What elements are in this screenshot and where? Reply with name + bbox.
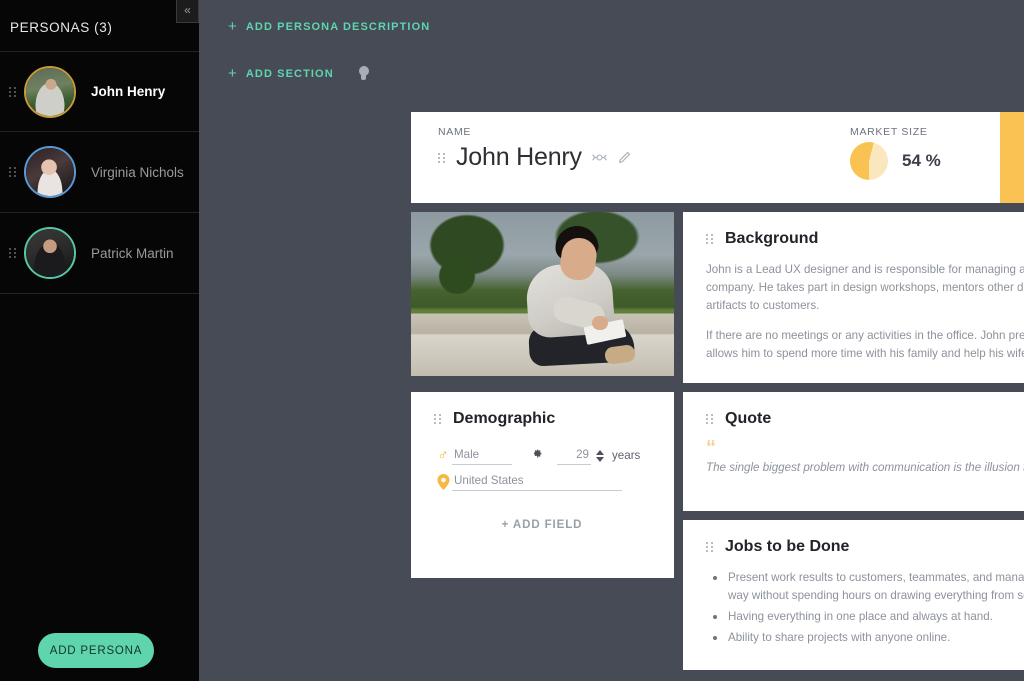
background-paragraph: John is a Lead UX designer and is respon… [706,263,1024,312]
drag-handle-icon[interactable] [438,152,445,163]
demographic-card: Demographic ♂ Male 29 years United State… [411,392,674,578]
persona-editor-app: PERSONAS (3) John Henry Virginia Nichols… [0,0,1024,681]
spinner-arrows-icon[interactable] [596,449,604,462]
persona-list: John Henry Virginia Nichols Patrick Mart… [0,51,199,294]
market-size-percent: 54 % [902,151,941,170]
plus-icon: + [228,65,238,82]
avatar[interactable] [24,227,76,279]
name-value-row: John Henry [438,143,850,172]
quote-text[interactable]: The single biggest problem with communic… [706,461,1024,474]
main-content: + ADD PERSONA DESCRIPTION + ADD SECTION … [199,0,1024,681]
list-item: Having everything in one place and alway… [706,608,1024,626]
jobs-card-header: Jobs to be Done [706,538,1024,556]
sidebar-title: PERSONAS (3) [10,20,113,35]
market-size-value-row: 54 % [850,142,941,180]
list-item: Ability to share projects with anyone on… [706,629,1024,647]
quote-card-title: Quote [725,410,772,427]
right-column: Quote “ The single biggest problem with … [683,392,1024,670]
avatar[interactable] [24,65,76,118]
pencil-icon[interactable] [617,150,632,165]
jobs-list: Present work results to customers, teamm… [706,569,1024,647]
persona-cards-grid: NAME John Henry MARKET SIZE 54 % Backgro… [411,112,1024,670]
age-input[interactable] [557,446,591,465]
drag-handle-icon[interactable] [706,542,713,552]
background-card-title: Background [725,230,819,247]
name-label: NAME [438,126,472,138]
background-paragraph: If there are no meetings or any activiti… [706,329,1024,360]
sidebar-item-virginia-nichols[interactable]: Virginia Nichols [0,132,199,213]
add-persona-description-button[interactable]: + ADD PERSONA DESCRIPTION [228,18,430,35]
close-quote-icon: ” [706,488,1024,498]
add-persona-description-label: ADD PERSONA DESCRIPTION [245,20,431,33]
persona-name: John Henry [91,84,166,99]
sidebar-item-patrick-martin[interactable]: Patrick Martin [0,213,199,294]
jobs-to-be-done-card: Jobs to be Done Present work results to … [683,520,1024,670]
cards-row-demographic-quote-jobs: Demographic ♂ Male 29 years United State… [411,392,1024,670]
persona-name-value[interactable]: John Henry [456,143,582,172]
age-unit-label: years [612,449,641,462]
map-pin-icon [434,473,452,490]
add-section-button[interactable]: + ADD SECTION [228,65,334,82]
person-illustration [509,223,639,376]
collapse-sidebar-icon[interactable]: « [176,0,199,23]
background-card: Background John is a Lead UX designer an… [683,212,1024,383]
location-row [434,472,650,491]
drag-handle-icon[interactable] [6,248,20,258]
jobs-card-title: Jobs to be Done [725,538,850,555]
sidebar-item-john-henry[interactable]: John Henry [0,51,199,132]
open-quote-icon: “ [706,437,716,459]
list-item: Present work results to customers, teamm… [706,569,1024,605]
location-input[interactable] [452,472,622,491]
male-symbol-icon: ♂ [437,447,449,464]
gender-input[interactable] [452,446,512,465]
demographic-card-header: Demographic [434,410,650,428]
persona-name: Virginia Nichols [91,164,184,180]
add-persona-button[interactable]: ADD PERSONA [38,633,154,668]
add-field-button[interactable]: + ADD FIELD [434,519,650,531]
drag-handle-icon[interactable] [6,86,20,97]
sidebar: PERSONAS (3) John Henry Virginia Nichols… [0,0,199,681]
background-card-header: Background [706,230,1024,248]
type-panel[interactable]: TYPE Guardian [1000,112,1024,203]
quote-card-header: Quote [706,410,1024,428]
drag-handle-icon[interactable] [434,414,441,424]
drag-handle-icon[interactable] [706,414,713,424]
gender-age-row: ♂ yea [434,446,650,465]
persona-photo-card[interactable] [411,212,674,376]
market-size-label: MARKET SIZE [850,126,928,138]
name-field-group: NAME John Henry [411,112,850,203]
age-stepper[interactable] [557,446,604,465]
cards-row-photo-background: Background John is a Lead UX designer an… [411,212,1024,383]
drag-handle-icon[interactable] [706,234,713,244]
quote-card: Quote “ The single biggest problem with … [683,392,1024,511]
plus-icon: + [228,18,238,35]
avatar[interactable] [24,146,76,198]
market-size-pie-chart[interactable] [850,142,888,180]
drag-handle-icon[interactable] [6,167,20,177]
lightbulb-icon[interactable] [358,65,370,82]
top-actions: + ADD PERSONA DESCRIPTION + ADD SECTION [211,0,1016,82]
name-card: NAME John Henry MARKET SIZE 54 % [411,112,1024,203]
add-section-label: ADD SECTION [245,67,334,80]
gear-icon[interactable] [530,447,543,465]
demographic-fields: ♂ yea [434,446,650,491]
shuffle-icon[interactable] [592,150,607,165]
bush-shape [435,254,479,294]
market-size-group: MARKET SIZE 54 % [850,112,1000,203]
demographic-card-title: Demographic [453,410,556,427]
persona-name: Patrick Martin [91,245,174,261]
add-section-row: + ADD SECTION [228,65,1016,82]
